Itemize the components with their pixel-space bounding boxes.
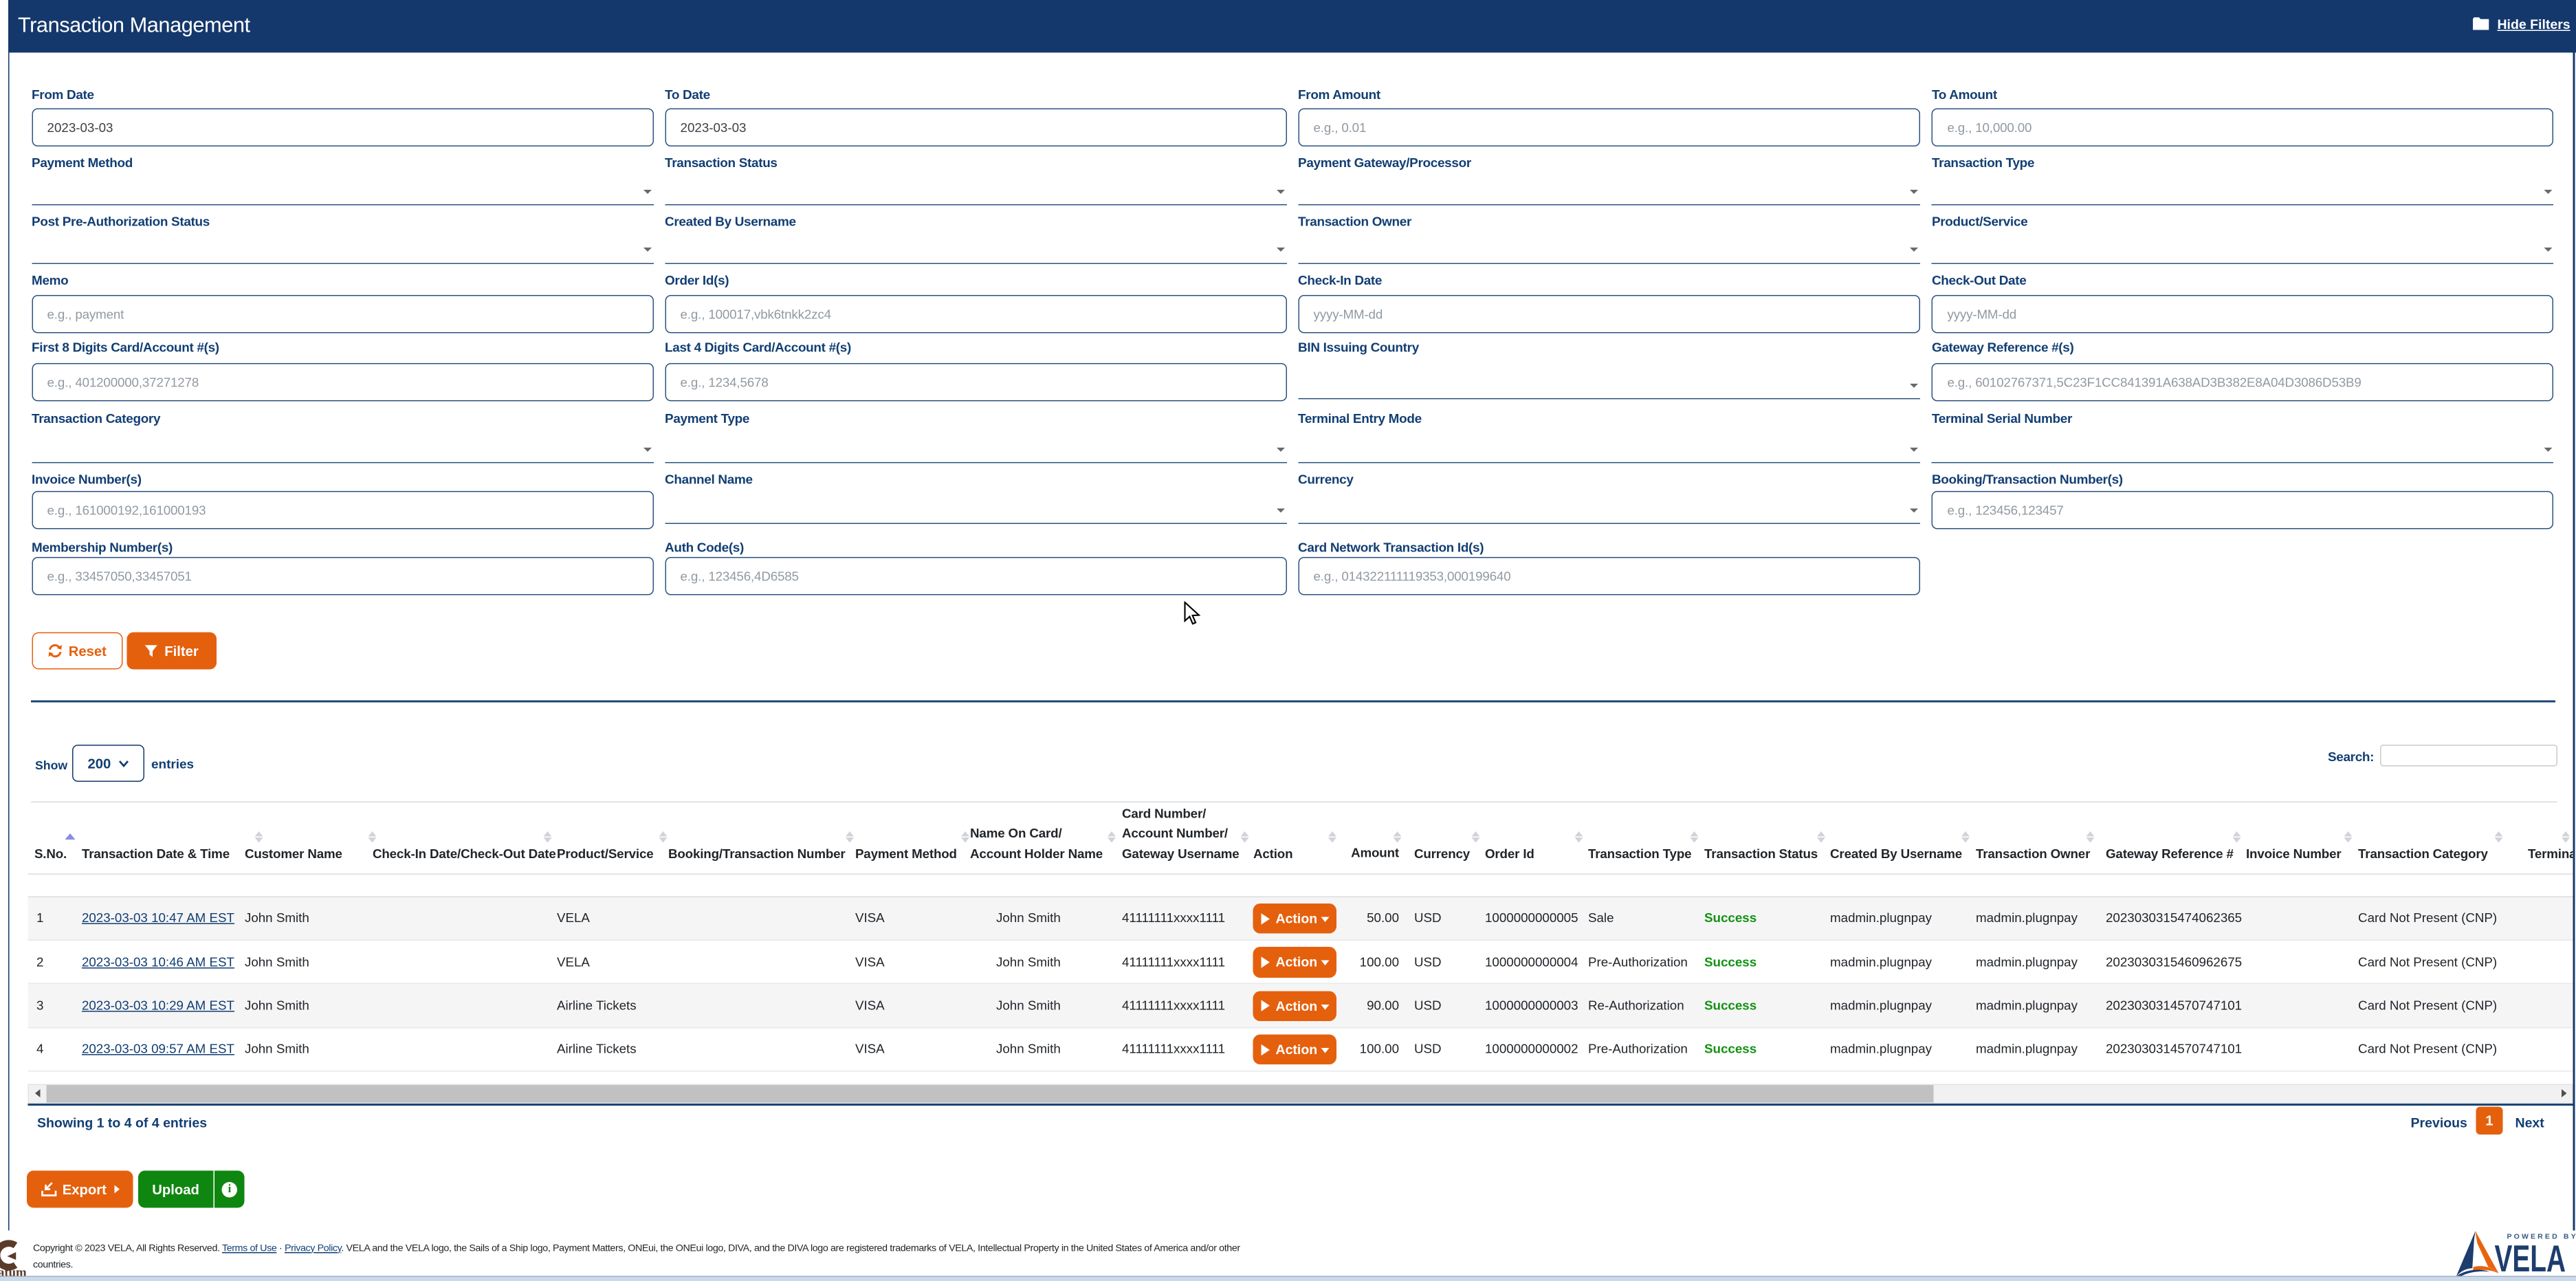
- svg-text:VELA: VELA: [2495, 1237, 2566, 1278]
- svg-text:atum: atum: [0, 1265, 26, 1277]
